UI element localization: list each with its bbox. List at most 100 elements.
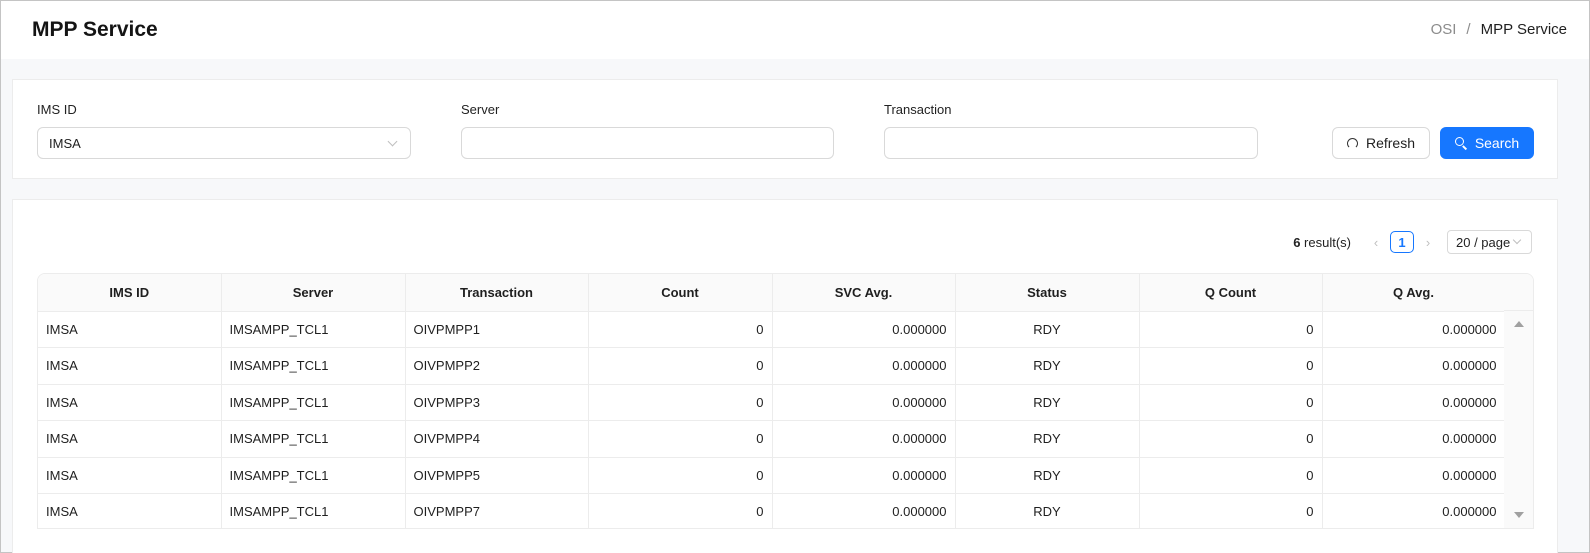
- cell-svc-avg: 0.000000: [772, 420, 956, 458]
- table-row[interactable]: IMSA IMSAMPP_TCL1 OIVPMPP4 0 0.000000 RD…: [38, 420, 1506, 458]
- cell-q-count: 0: [1139, 457, 1323, 494]
- column-header-count[interactable]: Count: [588, 274, 773, 312]
- server-field-wrapper: [461, 127, 834, 159]
- cell-ims-id: IMSA: [38, 420, 222, 458]
- server-label: Server: [461, 102, 500, 117]
- cell-server: IMSAMPP_TCL1: [221, 384, 406, 421]
- cell-svc-avg: 0.000000: [772, 311, 956, 348]
- cell-q-avg: 0.000000: [1322, 457, 1506, 494]
- cell-svc-avg: 0.000000: [772, 493, 956, 528]
- result-count: 6 result(s): [1293, 235, 1351, 250]
- breadcrumb-separator: /: [1466, 21, 1471, 38]
- column-header-q-count[interactable]: Q Count: [1139, 274, 1323, 312]
- scroll-up-arrow-icon[interactable]: [1514, 321, 1524, 327]
- cell-ims-id: IMSA: [38, 311, 222, 348]
- cell-q-count: 0: [1139, 347, 1323, 385]
- table-row[interactable]: IMSA IMSAMPP_TCL1 OIVPMPP7 0 0.000000 RD…: [38, 493, 1506, 528]
- cell-transaction: OIVPMPP4: [405, 420, 589, 458]
- ims-id-label: IMS ID: [37, 102, 77, 117]
- next-page-icon[interactable]: ›: [1420, 235, 1436, 250]
- cell-server: IMSAMPP_TCL1: [221, 311, 406, 348]
- page-size-value: 20 / page: [1456, 234, 1511, 250]
- prev-page-icon[interactable]: ‹: [1368, 235, 1384, 250]
- breadcrumb-item-osi[interactable]: OSI: [1431, 21, 1457, 38]
- cell-q-avg: 0.000000: [1322, 384, 1506, 421]
- server-input[interactable]: [473, 128, 822, 158]
- table-row[interactable]: IMSA IMSAMPP_TCL1 OIVPMPP3 0 0.000000 RD…: [38, 384, 1506, 421]
- ims-id-select[interactable]: IMSA: [37, 127, 411, 159]
- cell-q-count: 0: [1139, 493, 1323, 528]
- chevron-down-icon: [1512, 235, 1522, 245]
- search-button[interactable]: Search: [1440, 127, 1534, 159]
- result-count-number: 6: [1293, 234, 1301, 250]
- cell-q-avg: 0.000000: [1322, 347, 1506, 385]
- cell-q-count: 0: [1139, 311, 1323, 348]
- page-title: MPP Service: [32, 18, 158, 41]
- cell-ims-id: IMSA: [38, 457, 222, 494]
- column-header-status[interactable]: Status: [955, 274, 1140, 312]
- refresh-icon: [1346, 137, 1358, 149]
- column-header-ims-id[interactable]: IMS ID: [38, 274, 222, 312]
- cell-transaction: OIVPMPP1: [405, 311, 589, 348]
- cell-q-count: 0: [1139, 420, 1323, 458]
- transaction-label: Transaction: [884, 102, 952, 117]
- cell-count: 0: [588, 311, 773, 348]
- table-scrollbar[interactable]: [1504, 311, 1533, 528]
- breadcrumb: OSI / MPP Service: [1431, 21, 1567, 38]
- page-size-select[interactable]: 20 / page: [1447, 230, 1532, 254]
- cell-status: RDY: [955, 457, 1140, 494]
- refresh-button[interactable]: Refresh: [1332, 127, 1430, 159]
- column-header-server[interactable]: Server: [221, 274, 406, 312]
- transaction-field-wrapper: [884, 127, 1258, 159]
- cell-server: IMSAMPP_TCL1: [221, 493, 406, 528]
- cell-q-avg: 0.000000: [1322, 493, 1506, 528]
- page-number-current[interactable]: 1: [1390, 231, 1414, 253]
- cell-ims-id: IMSA: [38, 384, 222, 421]
- cell-status: RDY: [955, 311, 1140, 348]
- cell-count: 0: [588, 347, 773, 385]
- search-button-label: Search: [1474, 135, 1520, 151]
- page-header: MPP Service OSI / MPP Service: [1, 1, 1589, 59]
- cell-transaction: OIVPMPP5: [405, 457, 589, 494]
- cell-q-avg: 0.000000: [1322, 311, 1506, 348]
- cell-q-avg: 0.000000: [1322, 420, 1506, 458]
- cell-ims-id: IMSA: [38, 347, 222, 385]
- cell-transaction: OIVPMPP7: [405, 493, 589, 528]
- cell-transaction: OIVPMPP3: [405, 384, 589, 421]
- cell-svc-avg: 0.000000: [772, 347, 956, 385]
- cell-q-count: 0: [1139, 384, 1323, 421]
- ims-id-select-value: IMSA: [49, 135, 81, 151]
- table-header-row: IMS ID Server Transaction Count SVC Avg.…: [38, 274, 1506, 312]
- table-row[interactable]: IMSA IMSAMPP_TCL1 OIVPMPP2 0 0.000000 RD…: [38, 347, 1506, 385]
- cell-svc-avg: 0.000000: [772, 384, 956, 421]
- pagination: 6 result(s) ‹ 1 › 20 / page: [1293, 230, 1532, 254]
- cell-server: IMSAMPP_TCL1: [221, 420, 406, 458]
- transaction-input[interactable]: [896, 128, 1246, 158]
- cell-status: RDY: [955, 420, 1140, 458]
- cell-transaction: OIVPMPP2: [405, 347, 589, 385]
- results-panel: 6 result(s) ‹ 1 › 20 / page IMS ID Serve…: [12, 199, 1558, 553]
- cell-count: 0: [588, 420, 773, 458]
- cell-count: 0: [588, 457, 773, 494]
- cell-svc-avg: 0.000000: [772, 457, 956, 494]
- column-header-svc-avg[interactable]: SVC Avg.: [772, 274, 956, 312]
- table-row[interactable]: IMSA IMSAMPP_TCL1 OIVPMPP1 0 0.000000 RD…: [38, 311, 1506, 348]
- chevron-down-icon: [387, 136, 398, 146]
- results-table: IMS ID Server Transaction Count SVC Avg.…: [37, 273, 1534, 529]
- cell-status: RDY: [955, 493, 1140, 528]
- cell-status: RDY: [955, 347, 1140, 385]
- column-header-transaction[interactable]: Transaction: [405, 274, 589, 312]
- refresh-button-label: Refresh: [1365, 135, 1416, 151]
- scroll-down-arrow-icon[interactable]: [1514, 512, 1524, 518]
- cell-status: RDY: [955, 384, 1140, 421]
- result-count-suffix: result(s): [1304, 234, 1351, 250]
- breadcrumb-item-current: MPP Service: [1480, 21, 1567, 38]
- filter-panel: IMS ID IMSA Server Transaction Refresh S…: [12, 79, 1558, 179]
- table-row[interactable]: IMSA IMSAMPP_TCL1 OIVPMPP5 0 0.000000 RD…: [38, 457, 1506, 494]
- search-icon: [1454, 137, 1467, 150]
- scroll-column-header: [1504, 274, 1533, 311]
- cell-ims-id: IMSA: [38, 493, 222, 528]
- cell-count: 0: [588, 493, 773, 528]
- cell-server: IMSAMPP_TCL1: [221, 457, 406, 494]
- column-header-q-avg[interactable]: Q Avg.: [1322, 274, 1506, 312]
